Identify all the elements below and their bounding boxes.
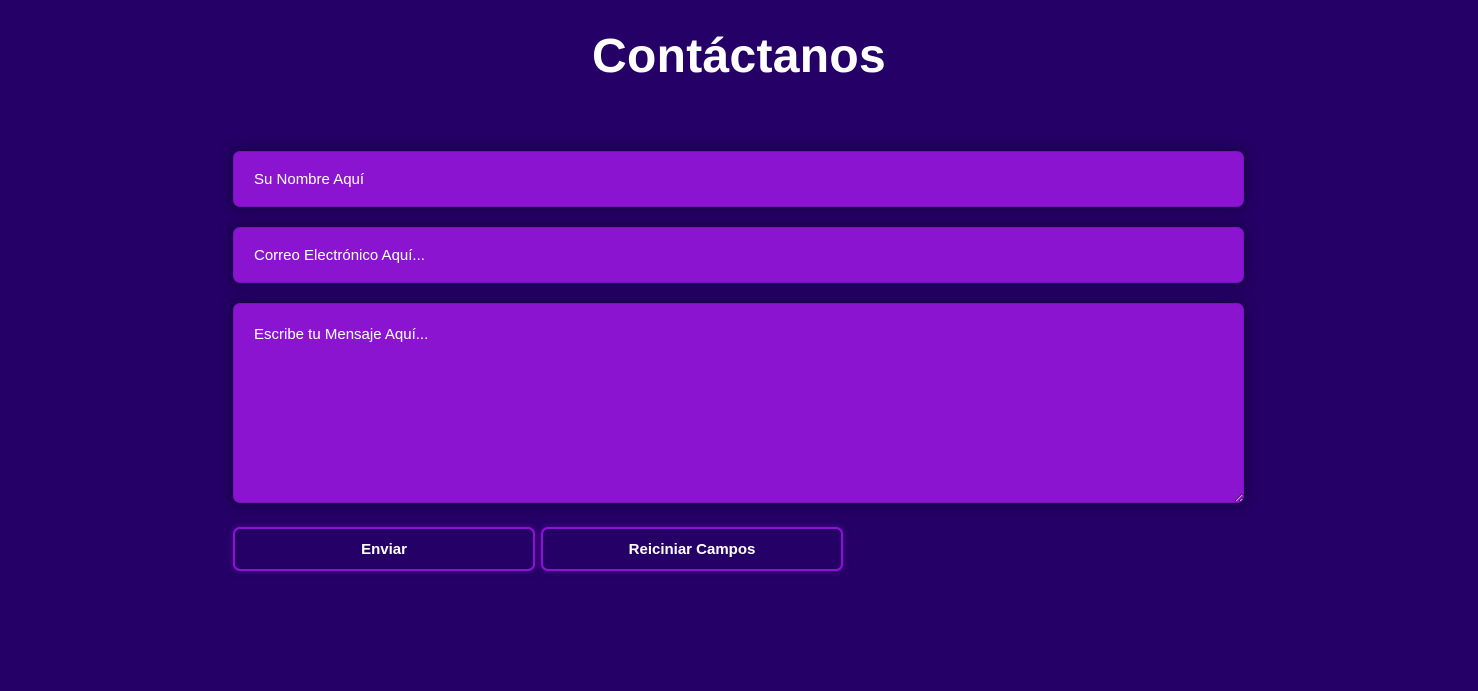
message-textarea[interactable] — [233, 303, 1244, 503]
reset-fields-button[interactable]: Reiciniar Campos — [541, 527, 843, 571]
contact-form: Enviar Reiciniar Campos — [233, 151, 1244, 571]
form-actions: Enviar Reiciniar Campos — [233, 527, 1244, 571]
page-title: Contáctanos — [592, 30, 886, 83]
submit-button[interactable]: Enviar — [233, 527, 535, 571]
email-input[interactable] — [233, 227, 1244, 283]
contact-page: Contáctanos Enviar Reiciniar Campos — [0, 0, 1478, 691]
name-input[interactable] — [233, 151, 1244, 207]
